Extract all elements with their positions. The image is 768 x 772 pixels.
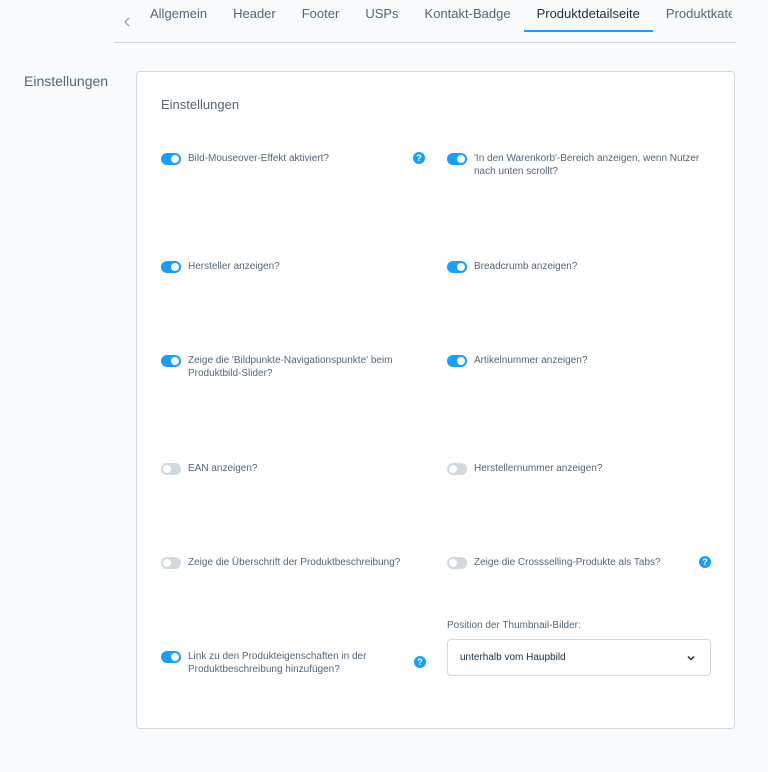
field-breadcrumb: Breadcrumb anzeigen? xyxy=(447,260,577,273)
field-herstellernummer: Herstellernummer anzeigen? xyxy=(447,462,602,475)
field-ueberschrift-beschreibung: Zeige die Überschrift der Produktbeschre… xyxy=(161,556,400,569)
field-label: Bild-Mouseover-Effekt aktiviert? xyxy=(188,153,329,164)
field-label: Artikelnummer anzeigen? xyxy=(474,355,588,366)
toggle-switch[interactable] xyxy=(161,463,181,475)
toggle-switch[interactable] xyxy=(161,651,181,663)
field-link-produkteigenschaften: Link zu den Produkteigenschaften in der … xyxy=(161,650,388,676)
tab-header[interactable]: Header xyxy=(220,0,289,31)
tab-usps[interactable]: USPs xyxy=(352,0,411,31)
field-label: Zeige die 'Bildpunkte-Navigationspunkte'… xyxy=(188,355,393,379)
tab-prev-button[interactable] xyxy=(120,14,134,30)
question-mark-icon[interactable]: ? xyxy=(413,152,425,164)
section-label: Einstellungen xyxy=(24,73,109,89)
field-hersteller: Hersteller anzeigen? xyxy=(161,260,280,273)
field-artikelnummer: Artikelnummer anzeigen? xyxy=(447,354,587,367)
field-bildpunkte-navigation: Zeige die 'Bildpunkte-Navigationspunkte'… xyxy=(161,354,418,380)
tab-kontakt-badge[interactable]: Kontakt-Badge xyxy=(412,0,524,31)
field-label: 'In den Warenkorb'-Bereich anzeigen, wen… xyxy=(474,153,700,177)
field-label: Hersteller anzeigen? xyxy=(188,261,280,272)
question-mark-icon[interactable]: ? xyxy=(699,556,711,568)
field-warenkorb-scroll: 'In den Warenkorb'-Bereich anzeigen, wen… xyxy=(447,152,704,178)
chevron-left-icon xyxy=(124,17,130,27)
field-label: Link zu den Produkteigenschaften in der … xyxy=(188,651,367,675)
field-label: Breadcrumb anzeigen? xyxy=(474,261,578,272)
toggle-switch[interactable] xyxy=(447,261,467,273)
tab-bar: Allgemein Header Footer USPs Kontakt-Badge Pr… xyxy=(114,0,736,43)
toggle-switch[interactable] xyxy=(161,355,181,367)
tab-produktkategorie[interactable]: Produktkategorie xyxy=(653,0,732,31)
toggle-switch[interactable] xyxy=(161,557,181,569)
chevron-down-icon xyxy=(687,655,695,661)
toggle-switch[interactable] xyxy=(447,557,467,569)
toggle-switch[interactable] xyxy=(447,355,467,367)
thumbnail-position-label: Position der Thumbnail-Bilder: xyxy=(447,620,581,631)
settings-card: Einstellungen Bild-Mouseover-Effekt akti… xyxy=(136,71,735,729)
field-label: EAN anzeigen? xyxy=(188,463,258,474)
field-bild-mouseover: Bild-Mouseover-Effekt aktiviert? xyxy=(161,152,329,165)
toggle-switch[interactable] xyxy=(447,153,467,165)
card-title: Einstellungen xyxy=(161,97,240,112)
toggle-switch[interactable] xyxy=(447,463,467,475)
tab-strip: Allgemein Header Footer USPs Kontakt-Badge Pr… xyxy=(150,0,732,42)
tab-produktdetailseite[interactable]: Produktdetailseite xyxy=(523,0,654,32)
field-ean: EAN anzeigen? xyxy=(161,462,258,475)
field-label: Herstellernummer anzeigen? xyxy=(474,463,603,474)
toggle-switch[interactable] xyxy=(161,261,181,273)
tab-allgemein[interactable]: Allgemein xyxy=(150,0,220,31)
toggle-switch[interactable] xyxy=(161,153,181,165)
field-label: Zeige die Crossselling-Produkte als Tabs… xyxy=(474,557,661,568)
select-value: unterhalb vom Haupbild xyxy=(460,652,566,663)
field-crossselling-tabs: Zeige die Crossselling-Produkte als Tabs… xyxy=(447,556,661,569)
question-mark-icon[interactable]: ? xyxy=(414,656,426,668)
field-label: Zeige die Überschrift der Produktbeschre… xyxy=(188,557,401,568)
thumbnail-position-select[interactable]: unterhalb vom Haupbild xyxy=(447,639,711,676)
tab-footer[interactable]: Footer xyxy=(289,0,353,31)
